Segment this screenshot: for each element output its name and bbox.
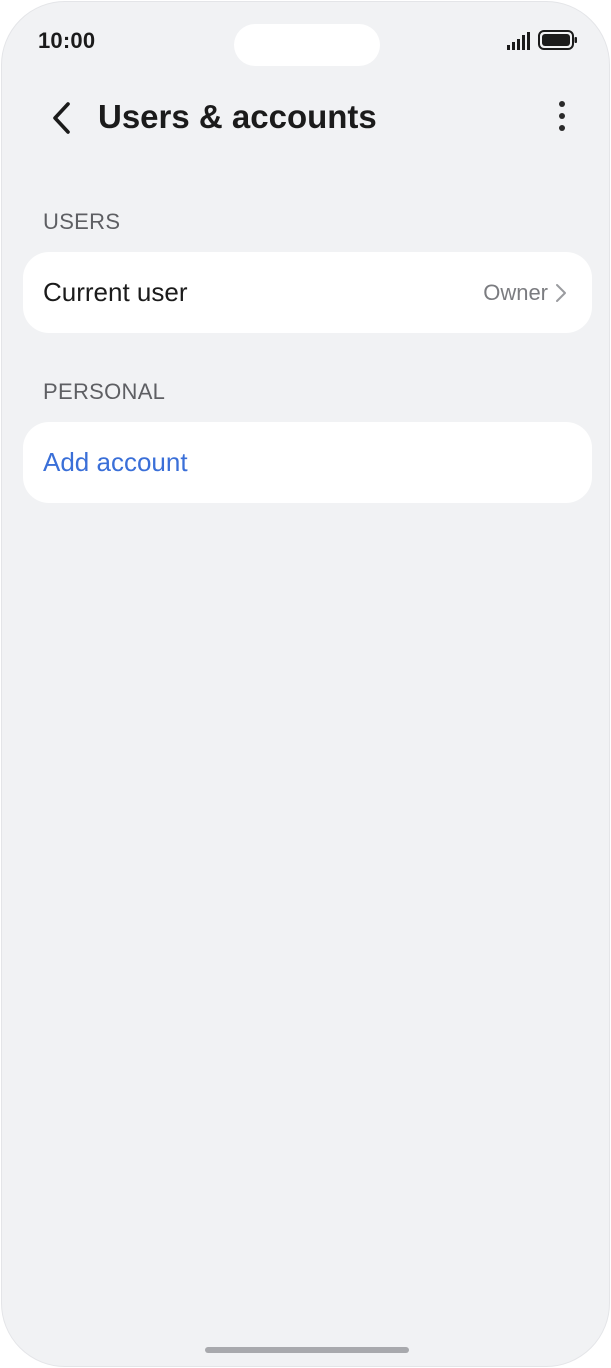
more-vertical-icon-dot: [559, 125, 565, 131]
more-vertical-icon-dot: [559, 113, 565, 119]
section-label-users: USERS: [43, 209, 121, 234]
chevron-right-icon: [554, 282, 572, 304]
signal-icon: [507, 32, 530, 50]
add-account-row[interactable]: Add account: [23, 422, 592, 503]
chevron-left-icon: [53, 102, 70, 134]
page-title: Users & accounts: [98, 98, 377, 135]
current-user-label: Current user: [43, 277, 188, 307]
add-account-link[interactable]: Add account: [43, 447, 188, 478]
current-user-row[interactable]: Current user Owner: [23, 252, 592, 333]
section-label-personal: PERSONAL: [43, 379, 166, 404]
current-user-value: Owner: [483, 279, 548, 305]
battery-icon: [538, 30, 577, 50]
camera-notch: [234, 24, 380, 66]
status-time: 10:00: [38, 28, 96, 53]
back-button[interactable]: [38, 94, 86, 142]
home-indicator[interactable]: [205, 1347, 409, 1353]
phone-screen: 10:00 Users & accounts USERS Current use…: [1, 1, 610, 1367]
more-options-button[interactable]: [540, 94, 584, 138]
more-vertical-icon: [559, 101, 565, 107]
